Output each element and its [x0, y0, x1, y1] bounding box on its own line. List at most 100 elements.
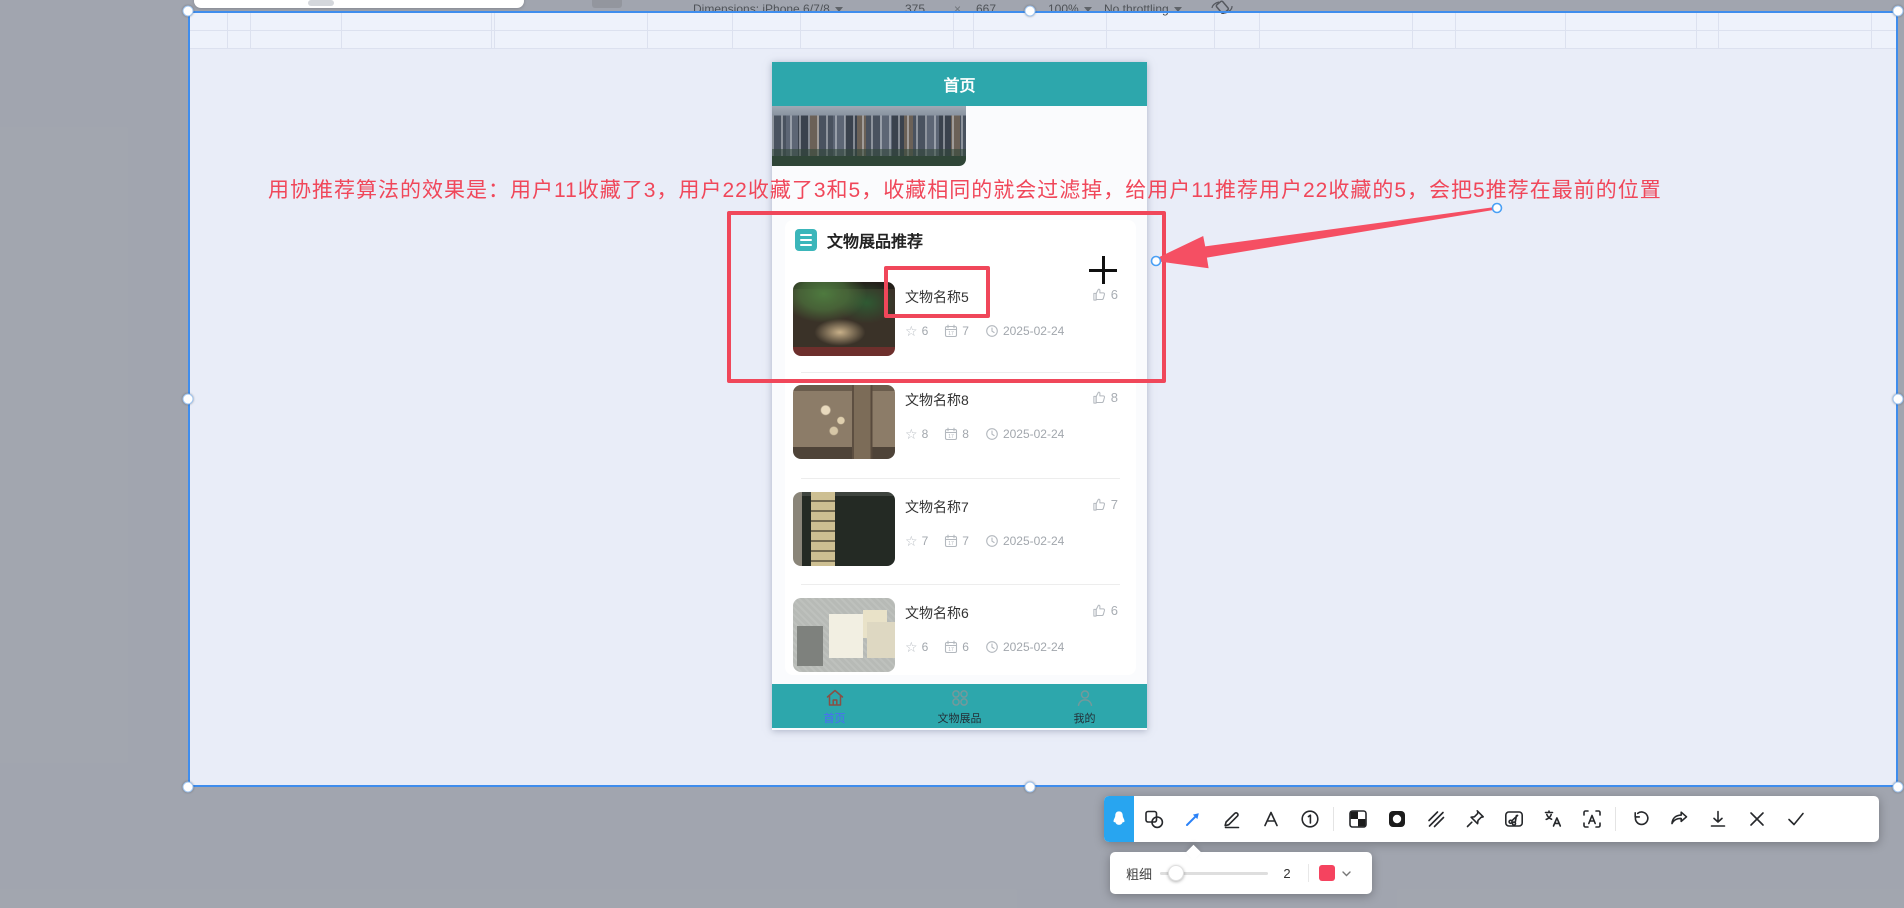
item-meta: ☆ 8 17 8 2025-02-24: [905, 426, 1065, 442]
scissors-box-icon: [1504, 811, 1523, 827]
mosaic-tool-button[interactable]: [1338, 796, 1377, 842]
pencil-icon: [1223, 812, 1239, 829]
crop-scissors-tool-button[interactable]: [1494, 796, 1533, 842]
text-icon: [1263, 811, 1278, 827]
tab-mine[interactable]: 我的: [1022, 684, 1147, 728]
hatch-icon: [1427, 811, 1444, 828]
translate-tool-button[interactable]: [1533, 796, 1572, 842]
shapes-icon: [1144, 810, 1163, 829]
page-title: 首页: [772, 62, 1147, 106]
qq-logo-button[interactable]: [1104, 796, 1134, 842]
tool-options-bar: 粗细 2: [1110, 852, 1372, 894]
selection-handle-mid-right[interactable]: [1892, 393, 1904, 405]
banner-image[interactable]: [772, 106, 966, 166]
pin-tool-button[interactable]: [1455, 796, 1494, 842]
browser-ui-fragment: [194, 0, 524, 8]
selection-handle-top-left[interactable]: [182, 5, 194, 17]
selection-handle-bottom-left[interactable]: [182, 781, 194, 793]
ocr-tool-button[interactable]: [1572, 796, 1611, 842]
dim-overlay-left: [0, 11, 188, 787]
tab-exhibits[interactable]: 文物展品: [897, 684, 1022, 728]
annotation-rectangle-title: [884, 266, 990, 318]
tab-label: 我的: [1073, 712, 1096, 725]
item-like-count: 8: [1092, 390, 1118, 405]
translate-icon: [1544, 810, 1561, 827]
ocr-icon: [1582, 810, 1601, 828]
arrow-tool-button[interactable]: [1173, 796, 1212, 842]
divider: [801, 478, 1120, 479]
download-button[interactable]: [1698, 796, 1737, 842]
item-thumbnail: [793, 385, 895, 459]
divider: [1308, 864, 1310, 882]
calendar-icon: 17: [945, 640, 958, 654]
arrow-endpoint-handle: [1491, 202, 1503, 214]
mosaic-icon: [1348, 810, 1367, 828]
qq-penguin-icon: [1113, 811, 1125, 825]
item-like-count: 6: [1092, 603, 1118, 618]
clock-icon: [986, 535, 998, 547]
tab-label: 首页: [823, 712, 846, 725]
selection-handle-top-center[interactable]: [1024, 5, 1036, 17]
item-title: 文物名称8: [905, 392, 969, 408]
item-title: 文物名称6: [905, 605, 969, 621]
svg-text:17: 17: [948, 647, 954, 653]
list-item[interactable]: 文物名称7 7 ☆ 7 17 7 2025-02-24: [785, 492, 1136, 568]
color-swatch[interactable]: [1319, 865, 1336, 881]
selection-handle-top-right[interactable]: [1892, 5, 1904, 17]
item-title: 文物名称7: [905, 499, 969, 515]
selection-handle-bottom-right[interactable]: [1892, 781, 1904, 793]
number-one-icon: [1300, 810, 1319, 828]
calendar-icon: 17: [945, 534, 958, 548]
item-thumbnail: [793, 492, 895, 566]
home-icon: [826, 689, 843, 706]
selection-handle-bottom-center[interactable]: [1024, 781, 1036, 793]
tab-label: 文物展品: [937, 712, 982, 725]
background-table-grid: [188, 12, 1898, 49]
pin-icon: [1466, 810, 1484, 828]
share-button[interactable]: [1659, 796, 1698, 842]
crosshair-cursor: [1102, 256, 1105, 284]
clock-icon: [986, 428, 998, 440]
thickness-label: 粗细: [1126, 866, 1153, 882]
slider-knob[interactable]: [1168, 865, 1185, 881]
bottom-tab-bar: 首页 文物展品 我的: [772, 684, 1147, 728]
text-tool-button[interactable]: [1251, 796, 1290, 842]
confirm-button[interactable]: [1776, 796, 1815, 842]
download-icon: [1710, 810, 1725, 827]
cancel-button[interactable]: [1737, 796, 1776, 842]
svg-text:17: 17: [948, 434, 954, 440]
clock-icon: [986, 641, 998, 653]
star-icon: ☆: [905, 426, 918, 442]
list-item[interactable]: 文物名称6 6 ☆ 6 17 6 2025-02-24: [785, 598, 1136, 674]
tab-home[interactable]: 首页: [772, 684, 897, 728]
divider: [801, 584, 1120, 585]
person-icon: [1077, 689, 1092, 706]
annotation-toolbar: [1104, 796, 1879, 842]
thickness-slider[interactable]: [1160, 865, 1269, 881]
undo-button[interactable]: [1620, 796, 1659, 842]
annotation-note-text: 用协推荐算法的效果是：用户11收藏了3，用户22收藏了3和5，收藏相同的就会过滤…: [268, 179, 1662, 202]
toolbar-divider: [1615, 807, 1616, 831]
undo-icon: [1633, 811, 1649, 826]
toolbar-divider: [1333, 807, 1334, 831]
phone-viewport: 首页 文物展品推荐 文物名称5 6 ☆ 6 17 7 2025-02-24 文物名称…: [772, 62, 1147, 730]
svg-text:17: 17: [948, 541, 954, 547]
shapes-tool-button[interactable]: [1134, 796, 1173, 842]
thumbs-up-icon: [1093, 498, 1105, 511]
screenshot-annotation-screen: Dimensions: iPhone 6/7/8 375 × 667 100% …: [0, 0, 1904, 908]
chevron-down-icon[interactable]: [1342, 864, 1351, 882]
check-icon: [1787, 812, 1804, 826]
close-icon: [1749, 812, 1764, 826]
selection-handle-mid-left[interactable]: [182, 393, 194, 405]
blur-tool-button[interactable]: [1377, 796, 1416, 842]
star-icon: ☆: [905, 639, 918, 655]
arrow-icon: [1185, 813, 1199, 826]
number-badge-tool-button[interactable]: [1290, 796, 1329, 842]
item-meta: ☆ 7 17 7 2025-02-24: [905, 533, 1065, 549]
pencil-tool-button[interactable]: [1212, 796, 1251, 842]
hatch-tool-button[interactable]: [1416, 796, 1455, 842]
thumbs-up-icon: [1093, 391, 1105, 404]
list-item[interactable]: 文物名称8 8 ☆ 8 17 8 2025-02-24: [785, 385, 1136, 461]
item-like-count: 7: [1092, 497, 1118, 512]
item-meta: ☆ 6 17 6 2025-02-24: [905, 639, 1065, 655]
